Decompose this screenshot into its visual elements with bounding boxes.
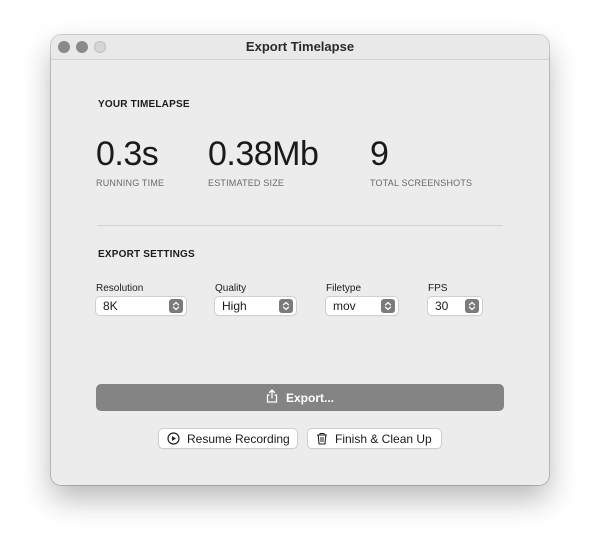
finish-clean-up-button[interactable]: Finish & Clean Up: [308, 429, 441, 448]
fps-label: FPS: [428, 283, 448, 294]
filetype-select[interactable]: mov: [326, 297, 398, 315]
resolution-select[interactable]: 8K: [96, 297, 186, 315]
filetype-label: Filetype: [326, 283, 362, 294]
running-time-label: RUNNING TIME: [96, 178, 165, 188]
quality-value: High: [222, 299, 247, 313]
resume-recording-label: Resume Recording: [187, 431, 290, 446]
finish-clean-up-label: Finish & Clean Up: [335, 431, 432, 446]
total-screenshots-value: 9: [370, 135, 389, 173]
export-settings-section-title: EXPORT SETTINGS: [98, 249, 195, 260]
total-screenshots-label: TOTAL SCREENSHOTS: [370, 178, 473, 188]
section-divider: [97, 225, 503, 226]
title-bar: Export Timelapse: [51, 35, 549, 60]
resume-recording-button[interactable]: Resume Recording: [159, 429, 297, 448]
export-button[interactable]: Export...: [96, 384, 504, 411]
fps-value: 30: [435, 299, 449, 313]
chevron-up-down-icon: [169, 299, 183, 313]
chevron-up-down-icon: [381, 299, 395, 313]
export-timelapse-window: Export Timelapse YOUR TIMELAPSE 0.3s RUN…: [51, 35, 549, 485]
quality-select[interactable]: High: [215, 297, 296, 315]
resolution-value: 8K: [103, 299, 118, 313]
chevron-up-down-icon: [465, 299, 479, 313]
running-time-value: 0.3s: [96, 135, 159, 173]
chevron-up-down-icon: [279, 299, 293, 313]
share-icon: [266, 389, 278, 406]
resolution-label: Resolution: [96, 283, 144, 294]
export-button-label: Export...: [285, 390, 334, 405]
trash-icon: [316, 432, 328, 445]
fps-select[interactable]: 30: [428, 297, 482, 315]
filetype-value: mov: [333, 299, 356, 313]
quality-label: Quality: [215, 283, 247, 294]
estimated-size-label: ESTIMATED SIZE: [208, 178, 285, 188]
estimated-size-value: 0.38Mb: [208, 135, 319, 173]
window-title: Export Timelapse: [245, 39, 355, 54]
play-circle-icon: [167, 432, 180, 445]
timelapse-section-title: YOUR TIMELAPSE: [98, 99, 190, 110]
